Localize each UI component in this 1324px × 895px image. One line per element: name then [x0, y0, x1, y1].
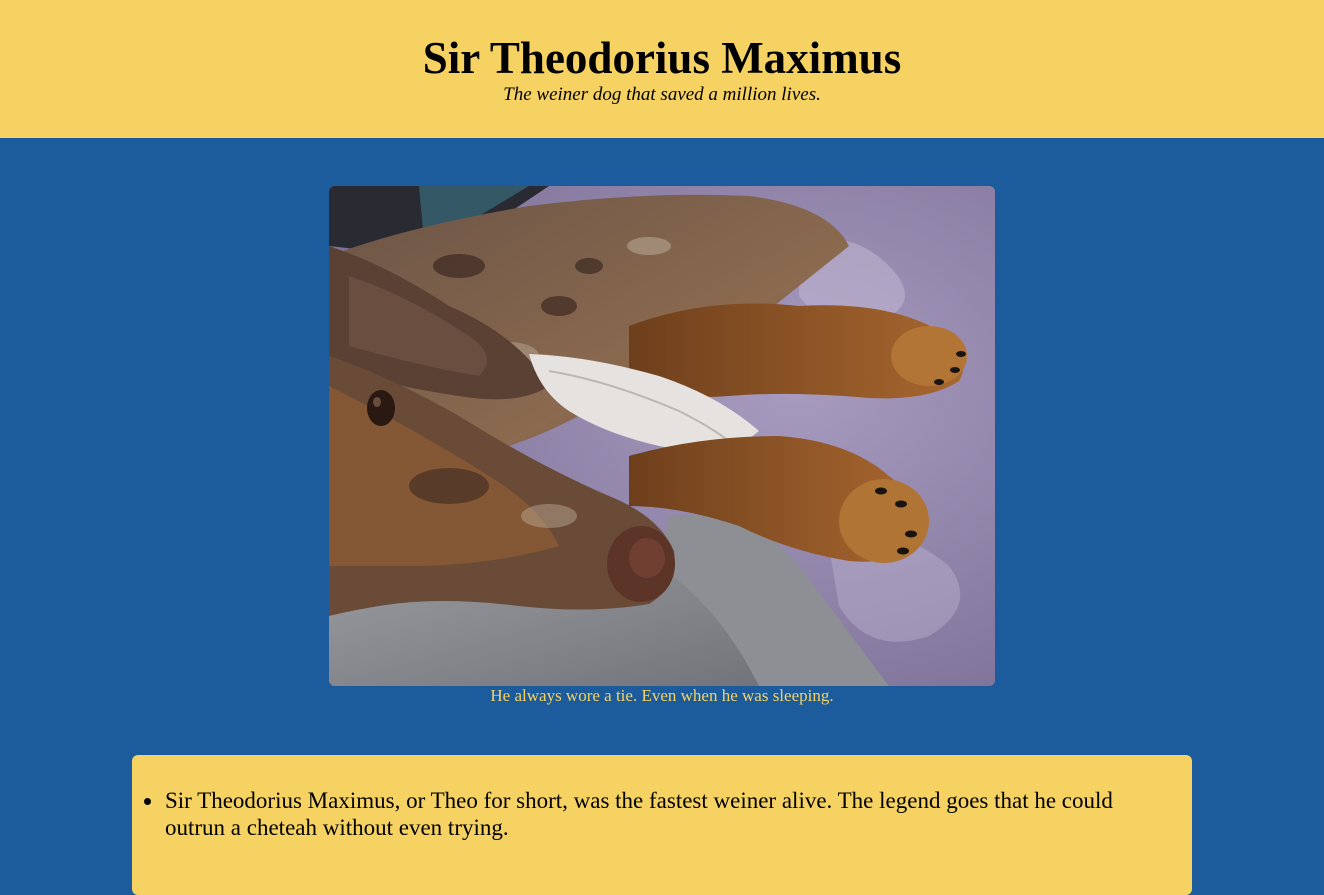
dog-photo: [329, 186, 995, 686]
page-title: Sir Theodorius Maximus: [422, 33, 902, 83]
list-item: Sir Theodorius Maximus, or Theo for shor…: [132, 787, 1192, 841]
list-item-text: Sir Theodorius Maximus, or Theo for shor…: [165, 788, 1113, 840]
page-tagline: The weiner dog that saved a million live…: [503, 84, 821, 105]
page-header: Sir Theodorius Maximus The weiner dog th…: [0, 0, 1324, 138]
bullet-icon: [144, 798, 151, 805]
facts-list: Sir Theodorius Maximus, or Theo for shor…: [132, 787, 1192, 841]
dog-photo-illustration: [329, 186, 995, 686]
photo-caption: He always wore a tie. Even when he was s…: [490, 686, 834, 705]
facts-card: Sir Theodorius Maximus, or Theo for shor…: [132, 755, 1192, 895]
